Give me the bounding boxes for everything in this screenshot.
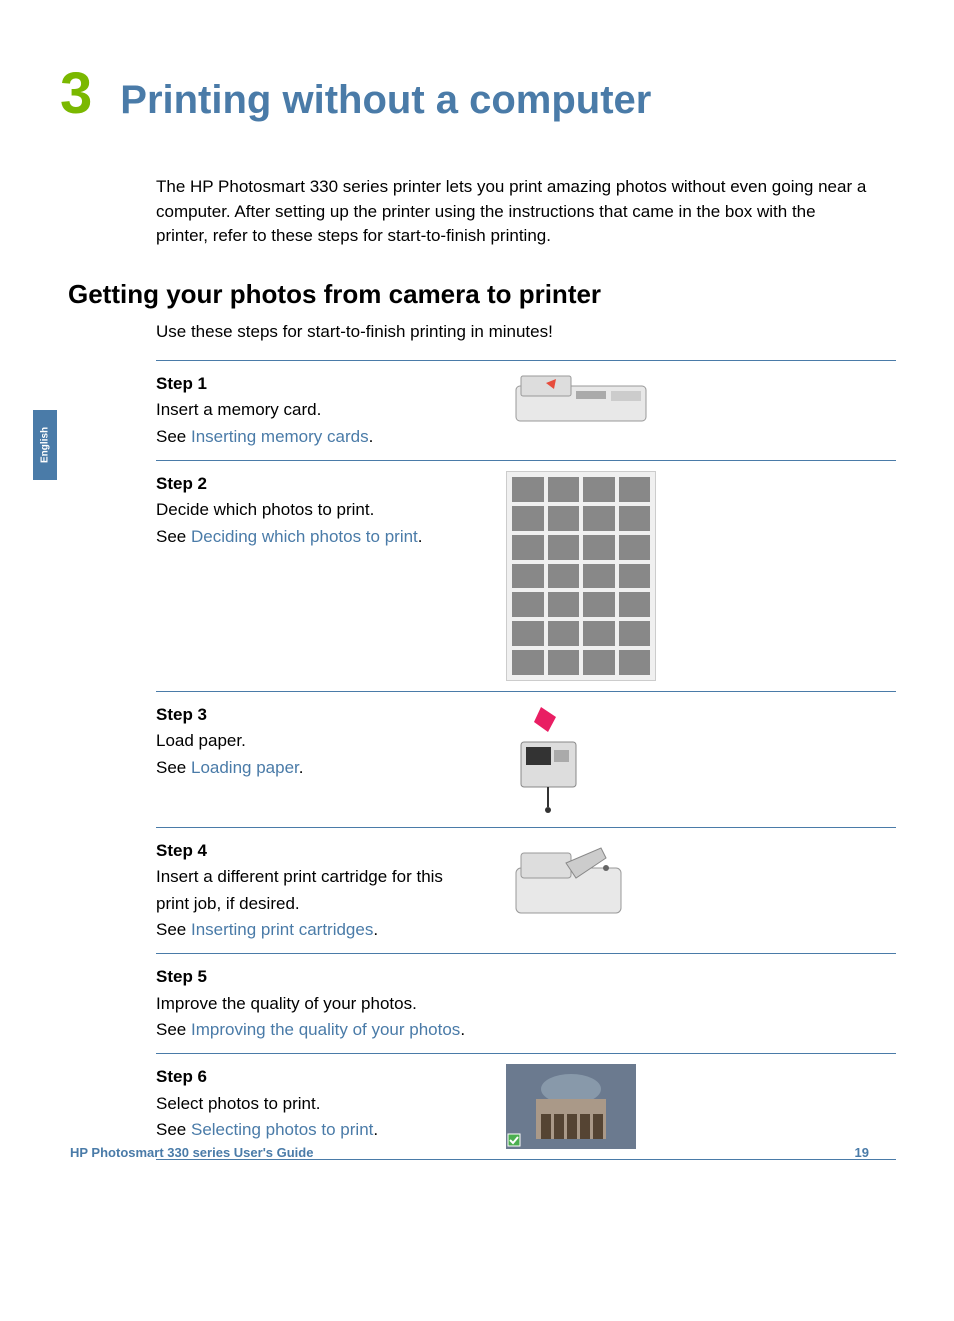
step-label: Step 6 (156, 1064, 476, 1090)
footer-guide-title: HP Photosmart 330 series User's Guide (70, 1145, 313, 1160)
thumbnail-grid-illustration-icon (506, 471, 656, 681)
intro-paragraph: The HP Photosmart 330 series printer let… (156, 175, 869, 249)
section-title: Getting your photos from camera to print… (68, 279, 869, 310)
period: . (373, 920, 378, 939)
printer-illustration-icon (506, 371, 656, 426)
language-tab: English (33, 410, 57, 480)
step-link[interactable]: Inserting memory cards (191, 427, 369, 446)
step-see: See Deciding which photos to print. (156, 524, 476, 550)
steps-table: Step 1 Insert a memory card. See Inserti… (156, 360, 896, 1160)
step-text: Step 3 Load paper. See Loading paper. (156, 702, 496, 817)
step-label: Step 4 (156, 838, 476, 864)
see-prefix: See (156, 1120, 191, 1139)
section-intro: Use these steps for start-to-finish prin… (156, 322, 869, 342)
step-label: Step 3 (156, 702, 476, 728)
chapter-header: 3 Printing without a computer (60, 60, 869, 127)
step-label: Step 2 (156, 471, 476, 497)
step-see: See Selecting photos to print. (156, 1117, 476, 1143)
step-see: See Inserting memory cards. (156, 424, 476, 450)
cartridge-illustration-icon (506, 838, 631, 923)
chapter-title: Printing without a computer (120, 78, 651, 123)
step-link[interactable]: Improving the quality of your photos (191, 1020, 460, 1039)
step-label: Step 1 (156, 371, 476, 397)
step-desc: Decide which photos to print. (156, 497, 476, 523)
step-row: Step 5 Improve the quality of your photo… (156, 953, 896, 1053)
see-prefix: See (156, 920, 191, 939)
step-desc: Load paper. (156, 728, 476, 754)
step-link[interactable]: Inserting print cartridges (191, 920, 373, 939)
step-text: Step 2 Decide which photos to print. See… (156, 471, 496, 681)
step-link[interactable]: Deciding which photos to print (191, 527, 418, 546)
load-paper-illustration-icon (506, 702, 591, 817)
step-see: See Inserting print cartridges. (156, 917, 476, 943)
see-prefix: See (156, 527, 191, 546)
photo-quality-illustration-icon (506, 964, 661, 1039)
see-prefix: See (156, 427, 191, 446)
step-text: Step 1 Insert a memory card. See Inserti… (156, 371, 496, 450)
step-desc: Select photos to print. (156, 1091, 476, 1117)
step-link[interactable]: Selecting photos to print (191, 1120, 373, 1139)
period: . (460, 1020, 465, 1039)
step-desc: Insert a different print cartridge for t… (156, 864, 476, 917)
step-image (496, 371, 896, 450)
step-see: See Improving the quality of your photos… (156, 1017, 476, 1043)
footer-page-number: 19 (855, 1145, 869, 1160)
step-image (496, 702, 896, 817)
see-prefix: See (156, 758, 191, 777)
step-text: Step 4 Insert a different print cartridg… (156, 838, 496, 943)
period: . (373, 1120, 378, 1139)
step-text: Step 5 Improve the quality of your photo… (156, 964, 496, 1043)
page-footer: HP Photosmart 330 series User's Guide 19 (70, 1145, 869, 1160)
step-see: See Loading paper. (156, 755, 476, 781)
step-image (496, 964, 896, 1043)
see-prefix: See (156, 1020, 191, 1039)
step-text: Step 6 Select photos to print. See Selec… (156, 1064, 496, 1149)
chapter-number: 3 (60, 60, 92, 127)
step-row: Step 4 Insert a different print cartridg… (156, 827, 896, 953)
step-image (496, 838, 896, 943)
step-row: Step 2 Decide which photos to print. See… (156, 460, 896, 691)
step-desc: Insert a memory card. (156, 397, 476, 423)
select-photos-illustration-icon (506, 1064, 636, 1149)
step-row: Step 6 Select photos to print. See Selec… (156, 1053, 896, 1160)
step-row: Step 3 Load paper. See Loading paper. (156, 691, 896, 827)
period: . (418, 527, 423, 546)
step-image (496, 471, 896, 681)
step-label: Step 5 (156, 964, 476, 990)
step-row: Step 1 Insert a memory card. See Inserti… (156, 360, 896, 460)
step-desc: Improve the quality of your photos. (156, 991, 476, 1017)
period: . (299, 758, 304, 777)
period: . (369, 427, 374, 446)
step-link[interactable]: Loading paper (191, 758, 299, 777)
step-image (496, 1064, 896, 1149)
